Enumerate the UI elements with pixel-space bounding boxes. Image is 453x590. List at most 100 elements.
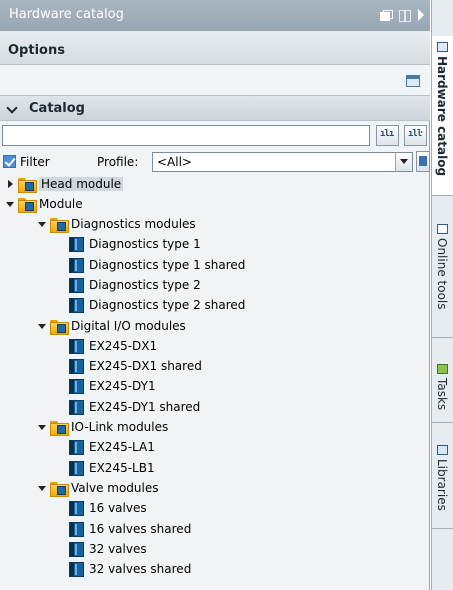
collapse-arrow-icon[interactable]: [38, 321, 48, 331]
profile-value: <All>: [157, 155, 192, 169]
tree-label: EX245-DY1: [89, 379, 156, 393]
tree-leaf[interactable]: 32 valves: [69, 539, 147, 559]
tree-node-digital-io-modules[interactable]: Digital I/O modules: [38, 316, 186, 336]
catalog-label: Catalog: [29, 101, 85, 116]
pin-icon[interactable]: [398, 8, 412, 22]
module-icon: [69, 500, 84, 516]
tree-label: IO-Link modules: [71, 420, 169, 434]
options-body: [0, 65, 430, 95]
options-header[interactable]: Options: [0, 31, 430, 65]
collapse-arrow-icon[interactable]: [418, 9, 424, 21]
tree-label: EX245-LB1: [89, 461, 155, 475]
tree-leaf[interactable]: Diagnostics type 1: [69, 234, 201, 254]
module-icon: [69, 521, 84, 537]
catalog-header[interactable]: Catalog: [0, 95, 430, 121]
tree-leaf[interactable]: Diagnostics type 1 shared: [69, 255, 245, 275]
module-icon: [69, 257, 84, 273]
folder-icon: [18, 197, 37, 213]
tree-leaf[interactable]: EX245-DX1: [69, 336, 157, 356]
module-icon: [69, 358, 84, 374]
tree-leaf[interactable]: 32 valves shared: [69, 559, 191, 579]
tree-leaf[interactable]: 16 valves: [69, 498, 147, 518]
window-layout-icon[interactable]: [406, 75, 420, 87]
collapse-arrow-icon[interactable]: [6, 199, 16, 209]
online-tools-icon: [437, 224, 448, 234]
folder-icon: [50, 481, 69, 497]
profile-select[interactable]: <All>: [152, 152, 413, 172]
collapse-arrow-icon[interactable]: [38, 422, 48, 432]
tree-leaf[interactable]: Diagnostics type 2 shared: [69, 295, 245, 315]
tab-label: Libraries: [435, 459, 449, 511]
tree-node-io-link-modules[interactable]: IO-Link modules: [38, 417, 168, 437]
collapse-arrow-icon[interactable]: [38, 483, 48, 493]
tree-label: EX245-DX1: [89, 339, 158, 353]
tree-label: 16 valves shared: [89, 522, 192, 536]
tree-node-module[interactable]: Module: [6, 194, 83, 214]
module-icon: [69, 399, 84, 415]
search-row: ılı ılŀ: [0, 124, 430, 148]
tree-leaf[interactable]: EX245-DY1 shared: [69, 397, 200, 417]
float-window-icon[interactable]: [378, 8, 393, 22]
module-icon: [69, 236, 84, 252]
tab-label: Tasks: [435, 378, 449, 411]
tasks-icon: [437, 364, 448, 374]
tree-label: Valve modules: [71, 481, 159, 495]
tree-label: Diagnostics type 1 shared: [89, 258, 246, 272]
tree-leaf[interactable]: EX245-LB1: [69, 458, 155, 478]
module-icon: [69, 297, 84, 313]
title-bar: Hardware catalog: [0, 0, 430, 31]
search-up-icon: ılŀ: [408, 129, 422, 139]
search-down-button[interactable]: ılı: [376, 125, 399, 146]
options-label: Options: [8, 43, 65, 58]
tree-label: 32 valves: [89, 542, 147, 556]
tree-leaf[interactable]: EX245-LA1: [69, 437, 155, 457]
tab-label: Hardware catalog: [435, 56, 449, 177]
module-icon: [69, 439, 84, 455]
tree-node-head-module[interactable]: Head module: [6, 174, 124, 194]
tab-tasks[interactable]: Tasks: [432, 358, 453, 423]
filter-checkbox[interactable]: [3, 155, 16, 168]
window-title: Hardware catalog: [9, 7, 124, 22]
libraries-icon: [437, 445, 448, 455]
tree-label: Diagnostics modules: [71, 217, 196, 231]
tree-leaf[interactable]: Diagnostics type 2: [69, 275, 201, 295]
chevron-down-icon[interactable]: [6, 102, 18, 114]
tree-leaf[interactable]: 16 valves shared: [69, 519, 191, 539]
tree-label: Digital I/O modules: [71, 319, 186, 333]
tree-node-valve-modules[interactable]: Valve modules: [38, 478, 159, 498]
tab-online-tools[interactable]: Online tools: [432, 218, 453, 338]
tree-label: Diagnostics type 2: [89, 278, 201, 292]
folder-icon: [50, 217, 69, 233]
collapse-arrow-icon[interactable]: [38, 219, 48, 229]
folder-icon: [18, 177, 37, 193]
tree-label: Head module: [39, 177, 124, 191]
module-icon: [69, 277, 84, 293]
folder-icon: [50, 420, 69, 436]
hardware-catalog-panel: Hardware catalog Options Catalog ılı ılŀ…: [0, 0, 430, 590]
folder-icon: [50, 319, 69, 335]
tree-node-diagnostics-modules[interactable]: Diagnostics modules: [38, 214, 196, 234]
title-controls: [378, 8, 424, 22]
tab-hardware-catalog[interactable]: Hardware catalog: [432, 36, 453, 196]
tree-leaf[interactable]: EX245-DX1 shared: [69, 356, 202, 376]
side-tab-strip: Hardware catalog Online tools Tasks Libr…: [431, 0, 453, 590]
search-input[interactable]: [2, 125, 370, 146]
tree-label: Module: [39, 197, 83, 211]
dropdown-arrow-icon[interactable]: [395, 153, 412, 171]
tree-leaf[interactable]: EX245-DY1: [69, 376, 156, 396]
hardware-catalog-icon: [437, 42, 448, 52]
tree-label: EX245-DY1 shared: [89, 400, 201, 414]
profile-settings-button[interactable]: [416, 151, 430, 172]
profile-label: Profile:: [97, 155, 139, 169]
tree-label: EX245-LA1: [89, 440, 155, 454]
tree-label: Diagnostics type 2 shared: [89, 298, 246, 312]
search-up-button[interactable]: ılŀ: [404, 125, 427, 146]
tree-label: 32 valves shared: [89, 562, 192, 576]
filter-row: Filter Profile: <All>: [0, 151, 430, 173]
expand-arrow-icon[interactable]: [6, 179, 16, 189]
module-icon: [69, 561, 84, 577]
tree-label: 16 valves: [89, 501, 147, 515]
filter-label: Filter: [20, 155, 50, 169]
module-icon: [69, 378, 84, 394]
tab-libraries[interactable]: Libraries: [432, 439, 453, 529]
